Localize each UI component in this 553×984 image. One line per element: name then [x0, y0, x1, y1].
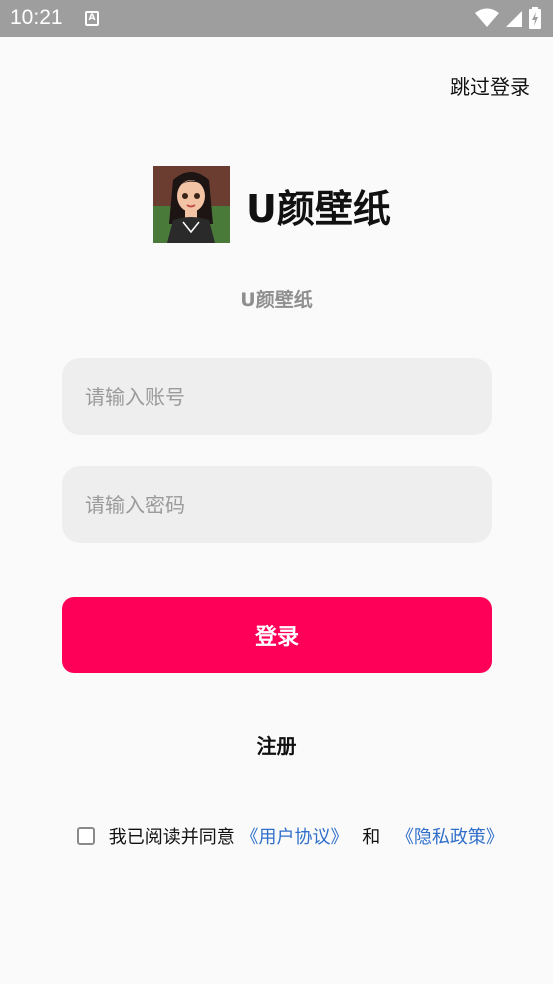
app-subtitle: U颜壁纸 — [240, 289, 313, 311]
register-button[interactable]: 注册 — [0, 730, 553, 759]
avatar-illustration — [153, 166, 230, 243]
app-logo — [153, 166, 230, 243]
battery-charging-icon — [529, 7, 541, 29]
account-input[interactable] — [62, 358, 492, 435]
agreement-row: 我已阅读并同意 《用户协议》 和 《隐私政策》 — [77, 823, 504, 848]
agreement-text: 我已阅读并同意 — [108, 827, 235, 848]
status-icons — [470, 7, 541, 29]
privacy-policy-link[interactable]: 《隐私政策》 — [396, 827, 504, 848]
user-agreement-link[interactable]: 《用户协议》 — [240, 827, 348, 848]
a-badge-icon: A — [85, 11, 99, 26]
password-input[interactable] — [62, 466, 492, 543]
agreement-and-text: 和 — [362, 827, 381, 848]
status-time: 10:21 — [10, 6, 63, 29]
signal-icon — [506, 11, 522, 27]
login-button[interactable]: 登录 — [62, 597, 492, 673]
skip-login-button[interactable]: 跳过登录 — [450, 71, 530, 100]
status-bar: 10:21 A — [0, 0, 553, 37]
wifi-icon — [475, 8, 499, 27]
agree-checkbox[interactable] — [77, 827, 95, 845]
app-title: U颜壁纸 — [246, 187, 391, 231]
